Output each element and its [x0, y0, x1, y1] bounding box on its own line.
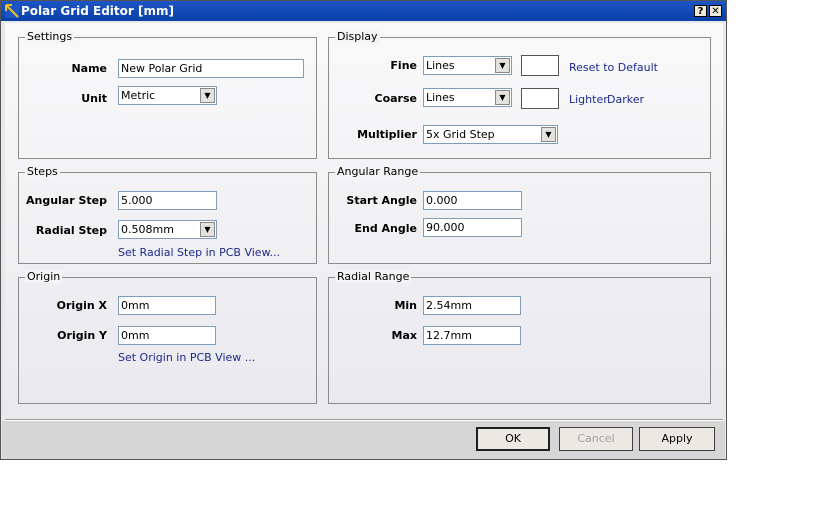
window-title: Polar Grid Editor [mm]: [21, 4, 174, 18]
start-angle-label: Start Angle: [346, 194, 417, 207]
apply-button[interactable]: Apply: [639, 427, 715, 451]
radial-step-label: Radial Step: [35, 224, 107, 237]
coarse-label: Coarse: [374, 92, 418, 105]
multiplier-select-value: 5x Grid Step: [426, 128, 495, 141]
origin-y-label: Origin Y: [57, 329, 107, 342]
radial-step-select[interactable]: 0.508mm ▼: [118, 220, 217, 239]
reset-to-default-link[interactable]: Reset to Default: [569, 61, 658, 74]
ok-button[interactable]: OK: [476, 427, 550, 451]
origin-y-input[interactable]: [118, 326, 216, 345]
end-angle-input[interactable]: [423, 218, 522, 237]
unit-label: Unit: [81, 92, 107, 105]
unit-select-value: Metric: [121, 89, 156, 102]
multiplier-select[interactable]: 5x Grid Step ▼: [423, 125, 558, 144]
close-button[interactable]: ✕: [709, 5, 722, 17]
name-input[interactable]: [118, 59, 304, 78]
darker-link[interactable]: Darker: [607, 93, 644, 106]
fine-select-value: Lines: [426, 59, 455, 72]
display-group-title: Display: [335, 30, 380, 43]
app-icon: [5, 4, 19, 18]
coarse-color-swatch[interactable]: [521, 88, 559, 109]
start-angle-input[interactable]: [423, 191, 522, 210]
origin-x-input[interactable]: [118, 296, 216, 315]
max-label: Max: [391, 329, 417, 342]
chevron-down-icon[interactable]: ▼: [495, 58, 510, 73]
name-label: Name: [71, 62, 107, 75]
title-bar[interactable]: Polar Grid Editor [mm] ? ✕: [1, 1, 726, 21]
radial-step-select-value: 0.508mm: [121, 223, 174, 236]
chevron-down-icon[interactable]: ▼: [200, 222, 215, 237]
coarse-select[interactable]: Lines ▼: [423, 88, 512, 107]
multiplier-label: Multiplier: [357, 128, 417, 141]
chevron-down-icon[interactable]: ▼: [200, 88, 215, 103]
angular-step-input[interactable]: [118, 191, 217, 210]
radial-range-group-title: Radial Range: [335, 270, 412, 283]
angular-range-group-title: Angular Range: [335, 165, 421, 178]
fine-color-swatch[interactable]: [521, 55, 559, 76]
max-input[interactable]: [423, 326, 521, 345]
fine-label: Fine: [390, 59, 417, 72]
min-label: Min: [394, 299, 417, 312]
chevron-down-icon[interactable]: ▼: [495, 90, 510, 105]
set-radial-step-link[interactable]: Set Radial Step in PCB View...: [118, 246, 280, 259]
min-input[interactable]: [423, 296, 521, 315]
origin-group-title: Origin: [25, 270, 63, 283]
fine-select[interactable]: Lines ▼: [423, 56, 512, 75]
cancel-button[interactable]: Cancel: [559, 427, 633, 451]
coarse-select-value: Lines: [426, 91, 455, 104]
polar-grid-editor-window: Polar Grid Editor [mm] ? ✕ Settings Name…: [0, 0, 727, 460]
help-button[interactable]: ?: [694, 5, 707, 17]
chevron-down-icon[interactable]: ▼: [541, 127, 556, 142]
lighter-link[interactable]: Lighter: [569, 93, 608, 106]
unit-select[interactable]: Metric ▼: [118, 86, 217, 105]
origin-x-label: Origin X: [56, 299, 107, 312]
end-angle-label: End Angle: [354, 222, 418, 235]
steps-group-title: Steps: [25, 165, 60, 178]
angular-step-label: Angular Step: [25, 194, 107, 207]
set-origin-link[interactable]: Set Origin in PCB View ...: [118, 351, 255, 364]
settings-group-title: Settings: [25, 30, 75, 43]
